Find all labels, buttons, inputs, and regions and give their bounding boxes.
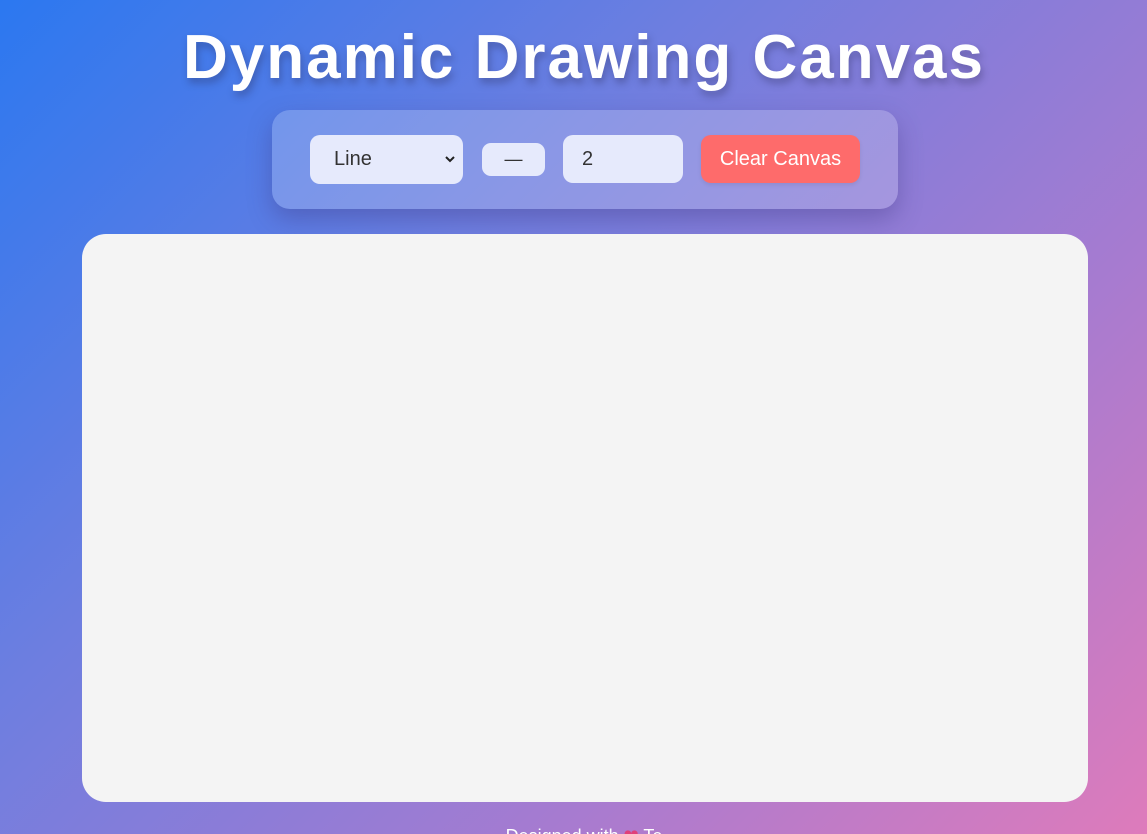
footer: Designed with ❤ Te — [0, 826, 1147, 834]
shape-select[interactable]: Line — [310, 135, 463, 184]
heart-icon: ❤ — [624, 826, 639, 834]
line-width-input[interactable]: 2 — [563, 135, 683, 183]
page-title: Dynamic Drawing Canvas — [182, 23, 986, 92]
drawing-canvas[interactable] — [82, 234, 1088, 802]
footer-text-end: Te — [639, 826, 662, 834]
toolbar: Line — 2 Clear Canvas — [272, 110, 898, 209]
color-picker-button[interactable]: — — [482, 143, 545, 176]
footer-text: Designed with — [506, 826, 624, 834]
chevron-down-icon — [445, 156, 455, 163]
shape-select-value: Line — [334, 148, 372, 170]
clear-canvas-button[interactable]: Clear Canvas — [701, 135, 860, 183]
